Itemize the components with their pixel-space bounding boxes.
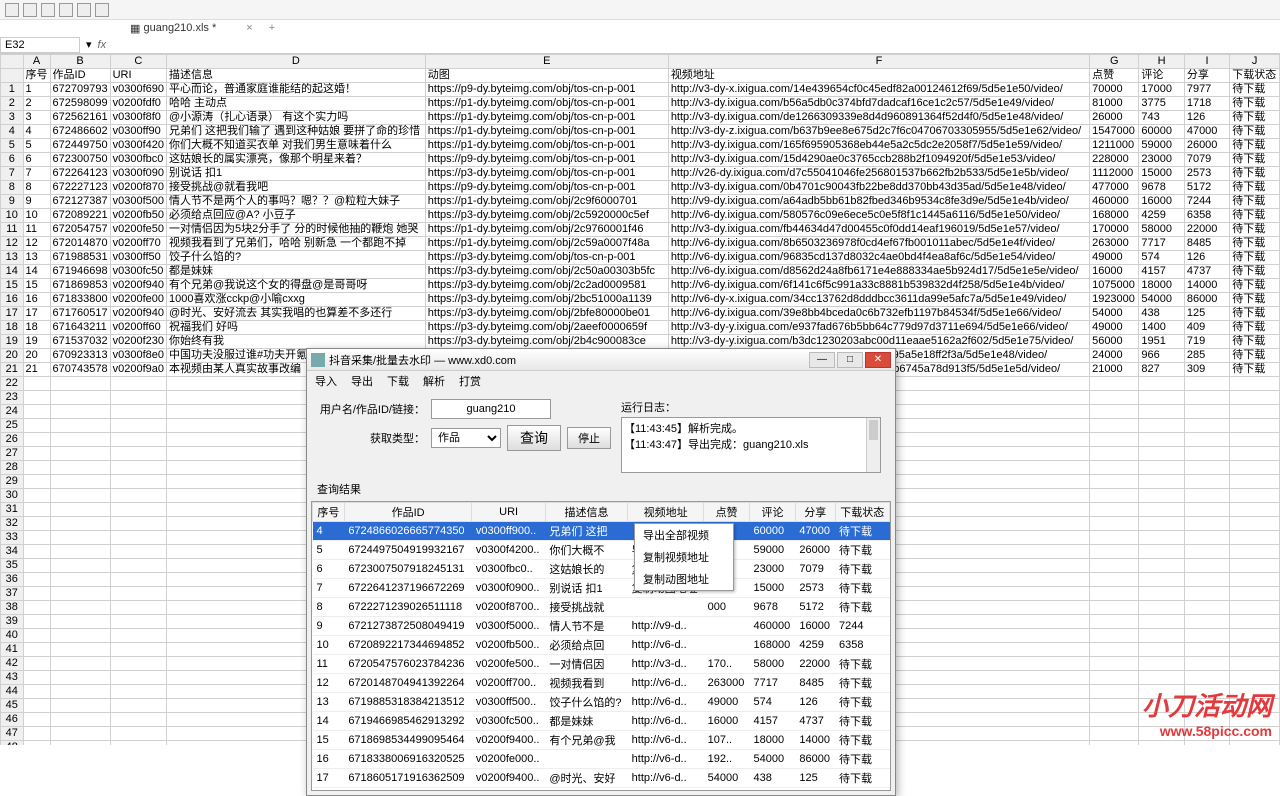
menu-import[interactable]: 导入: [315, 373, 337, 389]
minimize-icon[interactable]: —: [809, 352, 835, 368]
popup-window: 抖音采集/批量去水印 — www.xd0.com — □ ✕ 导入 导出 下载 …: [306, 348, 896, 796]
xls-icon: ▦: [130, 22, 140, 35]
maximize-icon[interactable]: □: [837, 352, 863, 368]
log-output: 【11:43:45】解析完成。 【11:43:47】导出完成：guang210.…: [621, 417, 881, 473]
type-select[interactable]: 作品: [431, 428, 501, 448]
formula-bar: ▾ fx: [0, 36, 1280, 54]
tb-icon[interactable]: [95, 3, 109, 17]
menu-export[interactable]: 导出: [351, 373, 373, 389]
menu-parse[interactable]: 解析: [423, 373, 445, 389]
log-line: 【11:43:47】导出完成：guang210.xls: [624, 436, 878, 452]
dropdown-icon[interactable]: ▾: [86, 38, 92, 51]
watermark-line2: www.58picc.com: [1142, 723, 1272, 739]
tab-close-icon[interactable]: ×: [246, 22, 252, 34]
tb-icon[interactable]: [41, 3, 55, 17]
file-tab[interactable]: ▦ guang210.xls * ×: [120, 22, 263, 35]
results-grid[interactable]: 序号作品IDURI描述信息视频地址点赞评论分享下载状态4672486602666…: [311, 501, 891, 791]
id-input[interactable]: [431, 399, 551, 419]
tb-icon[interactable]: [23, 3, 37, 17]
log-label: 运行日志：: [621, 399, 881, 415]
id-label: 用户名/作品ID/链接：: [315, 401, 425, 417]
tb-icon[interactable]: [77, 3, 91, 17]
cell-ref-input[interactable]: [0, 37, 80, 53]
app-icon: [311, 353, 325, 367]
query-button[interactable]: 查询: [507, 425, 561, 451]
quick-toolbar: [0, 0, 1280, 20]
scrollbar[interactable]: [866, 418, 880, 472]
watermark: 小刀活动网 www.58picc.com: [1142, 686, 1272, 739]
ctx-copy-thumb[interactable]: 复制动图地址: [635, 568, 733, 590]
watermark-line1: 小刀活动网: [1142, 686, 1272, 723]
menu-reward[interactable]: 打赏: [459, 373, 481, 389]
titlebar[interactable]: 抖音采集/批量去水印 — www.xd0.com — □ ✕: [307, 349, 895, 371]
window-title: 抖音采集/批量去水印 — www.xd0.com: [329, 352, 809, 368]
close-icon[interactable]: ✕: [865, 352, 891, 368]
tab-bar: ▦ guang210.xls * × +: [0, 20, 1280, 36]
tab-filename: guang210.xls *: [143, 22, 216, 34]
tb-icon[interactable]: [59, 3, 73, 17]
menu-download[interactable]: 下载: [387, 373, 409, 389]
menubar: 导入 导出 下载 解析 打赏: [307, 371, 895, 391]
type-label: 获取类型：: [315, 430, 425, 446]
ctx-copy-video[interactable]: 复制视频地址: [635, 546, 733, 568]
stop-button[interactable]: 停止: [567, 427, 611, 449]
fx-label: fx: [98, 39, 107, 51]
ctx-export-all[interactable]: 导出全部视频: [635, 524, 733, 546]
results-label: 查询结果: [307, 481, 895, 497]
new-tab-icon[interactable]: +: [269, 22, 275, 34]
tb-icon[interactable]: [5, 3, 19, 17]
context-menu: 导出全部视频 复制视频地址 复制动图地址: [634, 523, 734, 591]
log-line: 【11:43:45】解析完成。: [624, 420, 878, 436]
